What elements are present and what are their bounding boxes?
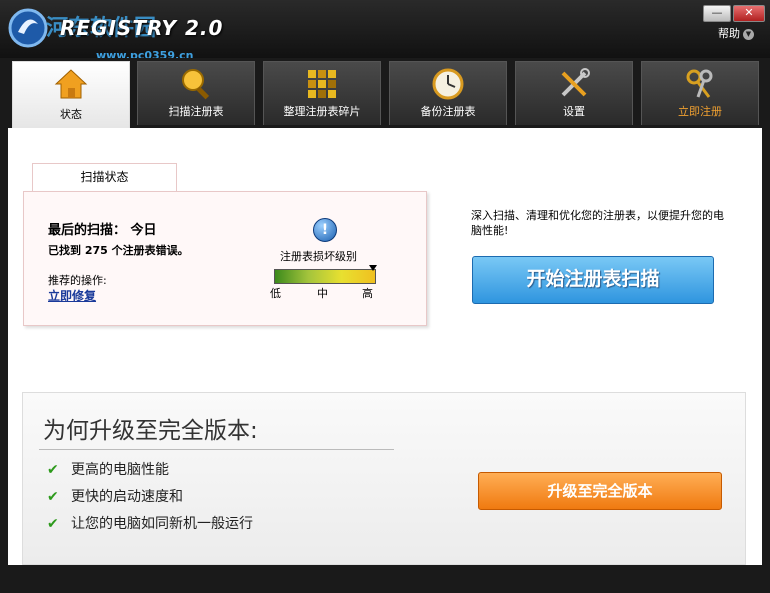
help-label: 帮助 bbox=[718, 27, 740, 40]
tab-defrag-registry[interactable]: 整理注册表碎片 bbox=[263, 61, 381, 125]
upgrade-panel: 为何升级至完全版本: ✔ 更高的电脑性能 ✔ 更快的启动速度和 ✔ 让您的电脑如同新机… bbox=[22, 392, 746, 565]
title-bar: 河东软件园 REGISTRY 2.0 www.pc0359.cn — ✕ 帮助 ▼ bbox=[0, 0, 770, 62]
tab-settings[interactable]: 设置 bbox=[515, 61, 633, 125]
meter-mid-label: 中 bbox=[317, 287, 328, 300]
divider bbox=[39, 449, 394, 450]
benefit-item: ✔ 让您的电脑如同新机一般运行 bbox=[47, 513, 253, 533]
tab-label: 整理注册表碎片 bbox=[283, 105, 361, 118]
logo-emblem-icon bbox=[8, 8, 48, 48]
scan-description: 深入扫描、清理和优化您的注册表，以便提升您的电脑性能! bbox=[471, 209, 724, 237]
benefit-item: ✔ 更快的启动速度和 bbox=[47, 486, 183, 506]
start-scan-button[interactable]: 开始注册表扫描 bbox=[472, 256, 714, 304]
tools-icon bbox=[561, 68, 590, 97]
benefit-item: ✔ 更高的电脑性能 bbox=[47, 459, 169, 479]
clock-icon bbox=[432, 68, 464, 100]
keys-icon bbox=[686, 69, 713, 98]
upgrade-button[interactable]: 升级至完全版本 bbox=[478, 472, 722, 510]
tab-label: 立即注册 bbox=[678, 105, 722, 118]
help-menu[interactable]: 帮助 ▼ bbox=[718, 25, 754, 41]
status-page: 扫描状态 最后的扫描： 今日 已找到 275 个注册表错误。 推荐的操作: 立即… bbox=[8, 128, 762, 565]
tab-label: 设置 bbox=[563, 105, 585, 118]
benefit-text: 让您的电脑如同新机一般运行 bbox=[71, 516, 253, 532]
minimize-button[interactable]: — bbox=[703, 5, 731, 22]
info-icon: ! bbox=[313, 218, 337, 242]
tab-label: 备份注册表 bbox=[420, 105, 476, 118]
damage-level-meter bbox=[274, 265, 377, 284]
scan-status-tab: 扫描状态 bbox=[32, 163, 177, 191]
checkmark-icon: ✔ bbox=[47, 489, 59, 505]
tab-register-now[interactable]: 立即注册 bbox=[641, 61, 759, 125]
last-scan-text: 最后的扫描： 今日 bbox=[48, 223, 157, 238]
found-suffix: 个注册表错误。 bbox=[111, 244, 189, 257]
close-button[interactable]: ✕ bbox=[733, 5, 765, 22]
tab-label: 扫描注册表 bbox=[168, 105, 224, 118]
benefit-text: 更高的电脑性能 bbox=[71, 462, 169, 478]
checkmark-icon: ✔ bbox=[47, 516, 59, 532]
error-count: 275 bbox=[84, 244, 108, 257]
tab-backup-registry[interactable]: 备份注册表 bbox=[389, 61, 507, 125]
damage-level-label: 注册表损坏级别 bbox=[280, 250, 357, 263]
benefit-text: 更快的启动速度和 bbox=[71, 489, 183, 505]
meter-marker bbox=[369, 265, 377, 271]
recommended-action-label: 推荐的操作: bbox=[48, 274, 107, 287]
chevron-down-icon: ▼ bbox=[743, 28, 754, 40]
app-logo: 河东软件园 REGISTRY 2.0 www.pc0359.cn bbox=[6, 6, 306, 62]
checkmark-icon: ✔ bbox=[47, 462, 59, 478]
found-prefix: 已找到 bbox=[48, 244, 81, 257]
app-title: REGISTRY 2.0 bbox=[60, 16, 224, 40]
meter-high-label: 高 bbox=[362, 287, 373, 300]
upgrade-title: 为何升级至完全版本: bbox=[43, 418, 258, 444]
home-icon bbox=[54, 69, 88, 99]
tab-status[interactable]: 状态 bbox=[12, 61, 130, 128]
meter-low-label: 低 bbox=[270, 287, 281, 300]
errors-found-text: 已找到 275 个注册表错误。 bbox=[48, 242, 189, 258]
scan-status-panel: 最后的扫描： 今日 已找到 275 个注册表错误。 推荐的操作: 立即修复 ! … bbox=[23, 191, 427, 326]
fix-now-link[interactable]: 立即修复 bbox=[48, 287, 96, 304]
tab-scan-registry[interactable]: 扫描注册表 bbox=[137, 61, 255, 125]
defrag-icon bbox=[308, 70, 336, 98]
magnifier-icon bbox=[182, 69, 210, 100]
main-tab-bar: 状态 扫描注册表 整理注册表碎片 备份注册表 设置 立即注册 bbox=[0, 58, 770, 128]
tab-label: 状态 bbox=[60, 108, 82, 121]
